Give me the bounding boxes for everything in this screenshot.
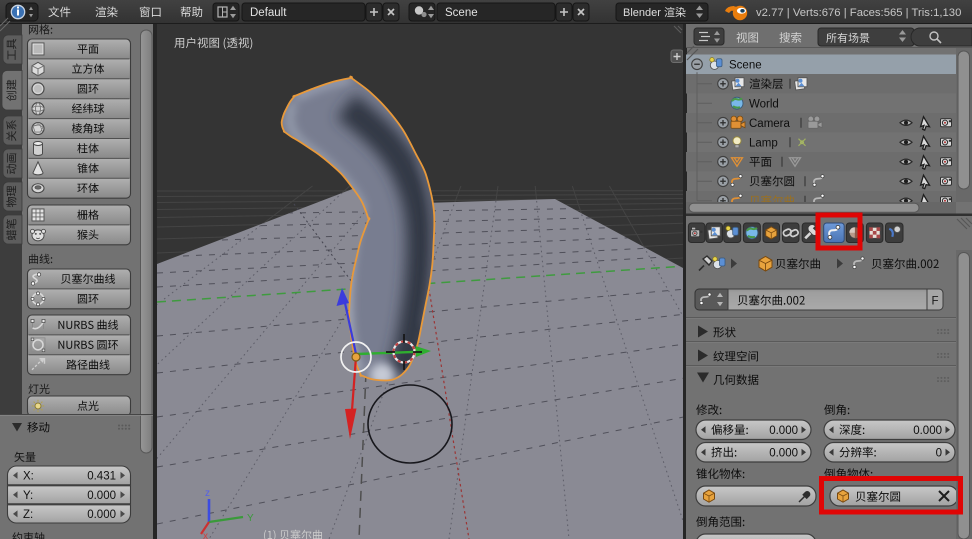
svg-text:Scene: Scene	[445, 7, 478, 19]
svg-text:Default: Default	[250, 7, 287, 19]
svg-text:0.000: 0.000	[769, 425, 798, 437]
svg-text:0.000: 0.000	[87, 490, 116, 502]
svg-text:Y: Y	[247, 513, 254, 524]
svg-text:0.000: 0.000	[913, 425, 942, 437]
svg-text:Scene: Scene	[729, 59, 762, 71]
svg-text:x: x	[203, 531, 208, 539]
svg-text:Camera: Camera	[749, 118, 791, 130]
svg-text:0.431: 0.431	[87, 470, 116, 482]
svg-text:Y:: Y:	[23, 490, 33, 502]
svg-text:v2.77 | Verts:676 | Faces:565: v2.77 | Verts:676 | Faces:565 | Tris:1,1…	[756, 7, 961, 19]
svg-text:0: 0	[936, 447, 942, 459]
svg-text:Blender: Blender	[623, 7, 661, 19]
svg-text:0.000: 0.000	[769, 447, 798, 459]
svg-text:Lamp: Lamp	[749, 137, 778, 149]
svg-text:X:: X:	[23, 470, 34, 482]
svg-text:F: F	[932, 296, 939, 308]
svg-text:Z:: Z:	[23, 509, 33, 521]
svg-text:World: World	[749, 98, 779, 110]
svg-text:z: z	[205, 488, 210, 499]
svg-text:0.000: 0.000	[87, 509, 116, 521]
